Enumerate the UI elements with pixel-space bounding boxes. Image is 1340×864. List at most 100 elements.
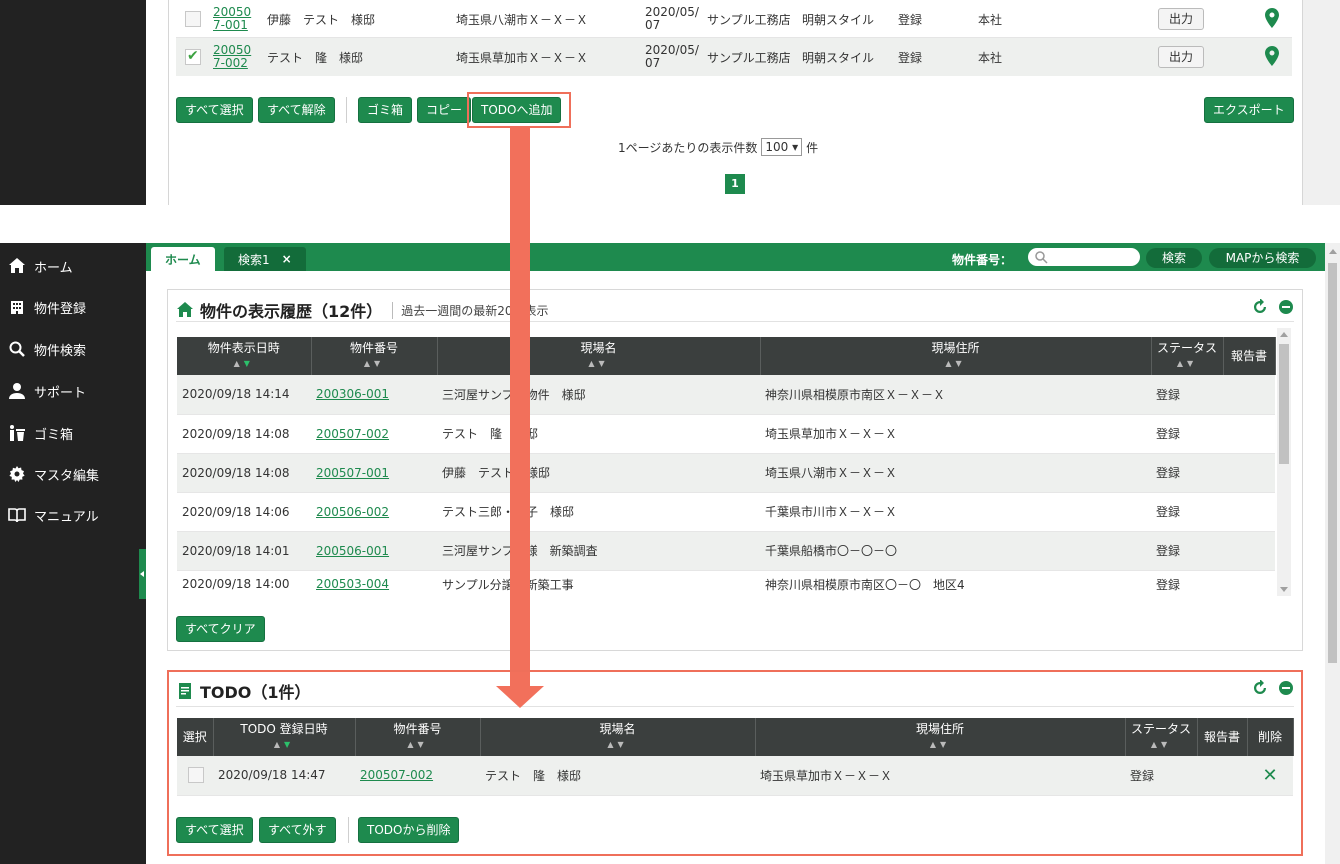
property-id-link[interactable]: 200507-001	[316, 466, 389, 480]
scroll-up-arrow[interactable]	[1329, 249, 1337, 254]
property-id-link[interactable]: 200507-002	[360, 768, 433, 782]
search-icon	[6, 340, 28, 358]
todo-header-row: 選択 TODO 登録日時 ▲▼ 物件番号 ▲▼ 現場名 ▲▼ 現場住所 ▲▼ ステータス…	[177, 718, 1294, 756]
building-icon	[6, 298, 28, 316]
page-scrollbar[interactable]	[1325, 243, 1340, 864]
scroll-down-arrow[interactable]	[1280, 587, 1288, 592]
date-cell: 2020/05/ 07	[645, 38, 699, 76]
select-all-button[interactable]: すべて選択	[176, 97, 253, 123]
sidebar-item-property-register[interactable]: 物件登録	[0, 294, 86, 320]
col-property-id[interactable]: 物件番号 ▲▼	[311, 337, 438, 375]
collapse-icon[interactable]	[1278, 299, 1294, 315]
property-id-part[interactable]: 7-002	[213, 57, 248, 70]
close-icon[interactable]: ×	[282, 252, 292, 266]
sidebar-item-master-edit[interactable]: マスタ編集	[0, 461, 99, 487]
table-row: 2020/09/18 14:01 200506-001 三河屋サンプル様 新築調…	[177, 531, 1275, 571]
refresh-icon[interactable]	[1252, 298, 1268, 315]
copy-button[interactable]: コピー	[417, 97, 472, 123]
todo-select-all-button[interactable]: すべて選択	[176, 817, 253, 843]
output-button[interactable]: 出力	[1158, 46, 1205, 68]
sidebar-collapse-toggle[interactable]	[139, 549, 146, 599]
col-property-id[interactable]: 物件番号 ▲▼	[355, 718, 481, 756]
tab-home[interactable]: ホーム	[151, 247, 215, 271]
column-label: 報告書	[1230, 348, 1267, 363]
map-pin-icon[interactable]	[1265, 8, 1279, 30]
col-site-address[interactable]: 現場住所 ▲▼	[755, 718, 1126, 756]
property-id-link[interactable]: 200507-002	[316, 427, 389, 441]
history-table: 物件表示日時 ▲▼ 物件番号 ▲▼ 現場名 ▲▼ 現場住所 ▲▼ ステータス ▲▼ 報告書…	[177, 337, 1276, 598]
table-row: 2020/09/18 14:00 200503-004 サンプル分譲 新築工事 …	[177, 570, 1275, 598]
date-part: 07	[645, 56, 661, 70]
tab-label: ホーム	[165, 252, 201, 267]
row-checkbox[interactable]	[185, 11, 201, 27]
column-label: 物件表示日時	[207, 341, 280, 355]
clear-all-button[interactable]: すべてクリア	[176, 616, 265, 642]
view-datetime: 2020/09/18 14:08	[177, 453, 311, 493]
scroll-up-arrow[interactable]	[1280, 332, 1288, 337]
col-status[interactable]: ステータス ▲▼	[1125, 718, 1198, 756]
tab-search1[interactable]: 検索1 ×	[224, 247, 306, 271]
report-cell	[1197, 756, 1247, 796]
deselect-all-button[interactable]: すべて解除	[258, 97, 335, 123]
property-id-link[interactable]: 20050 7-002	[213, 38, 251, 76]
property-id-link[interactable]: 200503-004	[316, 577, 389, 591]
property-id-link[interactable]: 200506-002	[316, 505, 389, 519]
map-pin-icon[interactable]	[1265, 46, 1279, 68]
sidebar-item-support[interactable]: サポート	[0, 378, 86, 404]
site-address: 埼玉県草加市Ｘ－Ｘ－Ｘ	[755, 756, 1125, 796]
property-number-label: 物件番号：	[952, 253, 1013, 267]
row-checkbox[interactable]	[188, 767, 204, 784]
col-site-name[interactable]: 現場名 ▲▼	[480, 718, 756, 756]
sidebar-item-manual[interactable]: マニュアル	[0, 502, 99, 528]
collapse-icon[interactable]	[1278, 680, 1294, 696]
status-text: 登録	[1151, 375, 1223, 415]
site-name: 三河屋サンプル様 新築調査	[437, 531, 760, 571]
status-text: 登録	[1151, 492, 1223, 532]
col-view-datetime[interactable]: 物件表示日時 ▲▼	[177, 337, 312, 375]
date-cell: 2020/05/ 07	[645, 0, 699, 38]
column-label: ステータス	[1156, 341, 1217, 355]
column-label: 物件番号	[393, 722, 442, 736]
report-cell	[1223, 375, 1275, 415]
page-number-button[interactable]: 1	[725, 174, 745, 194]
row-checkbox[interactable]	[185, 48, 201, 65]
divider	[346, 97, 347, 123]
status-text: 登録	[1125, 756, 1197, 796]
page-size-unit: 件	[806, 140, 819, 155]
office-name: 本社	[978, 12, 1003, 27]
trash-button[interactable]: ゴミ箱	[358, 97, 413, 123]
refresh-icon[interactable]	[1252, 679, 1268, 696]
sidebar-item-property-search[interactable]: 物件検索	[0, 336, 86, 362]
site-address: 千葉県船橋市〇－〇－〇	[760, 531, 1151, 571]
property-id-link[interactable]: 200306-001	[316, 387, 389, 401]
map-search-button[interactable]: MAPから検索	[1209, 248, 1316, 268]
output-button[interactable]: 出力	[1158, 8, 1205, 30]
history-scrollbar[interactable]	[1277, 328, 1291, 596]
scroll-thumb[interactable]	[1279, 344, 1289, 464]
sidebar-item-label: 物件検索	[34, 343, 87, 359]
property-id-link[interactable]: 20050 7-001	[213, 0, 251, 38]
export-button[interactable]: エクスポート	[1204, 97, 1294, 123]
todo-deselect-all-button[interactable]: すべて外す	[259, 817, 336, 843]
status-text: 登録	[1151, 453, 1223, 493]
page-size-select[interactable]: 100 ▾	[761, 138, 803, 156]
table-row: 2020/09/18 14:06 200506-002 テスト三郎・花子 様邸 …	[177, 492, 1275, 532]
report-cell	[1223, 414, 1275, 454]
scroll-thumb[interactable]	[1328, 263, 1337, 663]
sidebar-item-label: ゴミ箱	[34, 427, 74, 443]
search-button[interactable]: 検索	[1146, 248, 1202, 268]
tab-label: 検索1	[238, 252, 270, 267]
col-status[interactable]: ステータス ▲▼	[1151, 337, 1224, 375]
column-label: 選択	[182, 729, 207, 744]
sidebar-item-trash[interactable]: ゴミ箱	[0, 420, 73, 446]
sidebar-item-home[interactable]: ホーム	[0, 253, 73, 279]
property-id-link[interactable]: 200506-001	[316, 544, 389, 558]
property-id-part[interactable]: 7-001	[213, 19, 248, 32]
sidebar-fragment	[0, 0, 146, 205]
col-site-name[interactable]: 現場名 ▲▼	[437, 337, 761, 375]
delete-icon[interactable]: ✕	[1262, 765, 1277, 786]
col-site-address[interactable]: 現場住所 ▲▼	[760, 337, 1152, 375]
view-datetime: 2020/09/18 14:00	[182, 577, 290, 592]
col-todo-datetime[interactable]: TODO 登録日時 ▲▼	[213, 718, 356, 756]
remove-from-todo-button[interactable]: TODOから削除	[358, 817, 460, 843]
